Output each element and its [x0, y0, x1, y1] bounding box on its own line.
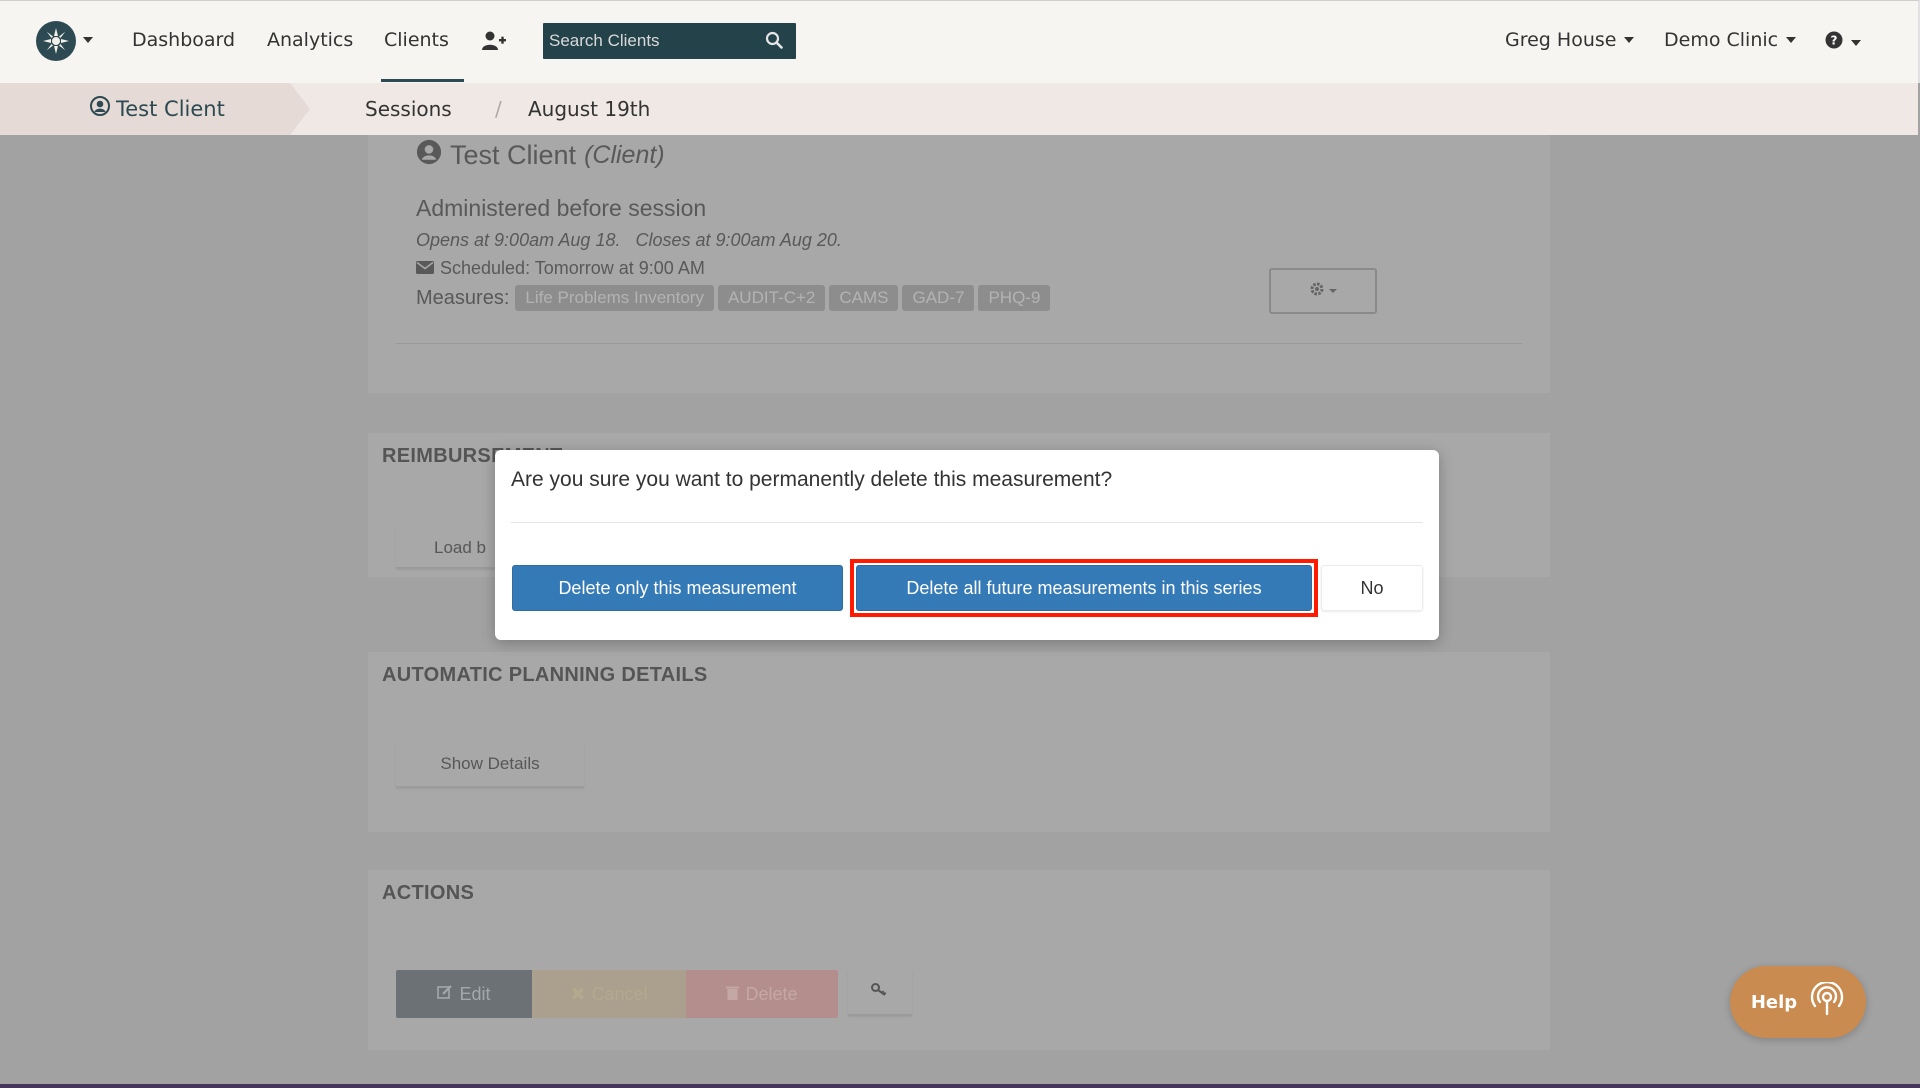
- nav-dashboard[interactable]: Dashboard: [132, 29, 235, 51]
- chevron-down-icon: [1329, 289, 1337, 293]
- breadcrumb-sessions[interactable]: Sessions: [365, 97, 452, 121]
- planning-panel: AUTOMATIC PLANNING DETAILS Show Details: [368, 652, 1550, 832]
- open-close-window: Opens at 9:00am Aug 18. Closes at 9:00am…: [416, 230, 842, 250]
- delete-button[interactable]: Delete: [686, 970, 838, 1018]
- highlight-box: [850, 559, 1318, 617]
- modal-question: Are you sure you want to permanently del…: [511, 468, 1113, 491]
- key-icon: [871, 982, 889, 1002]
- close-icon: ✖: [570, 983, 586, 1004]
- cancel-button[interactable]: ✖ Cancel: [532, 970, 686, 1018]
- top-navbar: Dashboard Analytics Clients Greg House D…: [0, 0, 1920, 83]
- search-icon[interactable]: [765, 31, 783, 53]
- delete-only-this-button[interactable]: Delete only this measurement: [512, 565, 843, 611]
- measure-tag: GAD-7: [902, 285, 975, 311]
- user-circle-icon: [416, 139, 442, 172]
- breadcrumb-client-name: Test Client: [116, 96, 225, 121]
- breadcrumb: Test Client Sessions / August 19th: [0, 83, 1918, 135]
- broadcast-icon: [1809, 980, 1845, 1023]
- edit-button[interactable]: Edit: [396, 970, 532, 1018]
- chevron-down-icon: [1851, 39, 1861, 46]
- nav-analytics[interactable]: Analytics: [267, 29, 353, 51]
- chevron-down-icon: [1624, 37, 1635, 43]
- breadcrumb-client[interactable]: Test Client: [0, 83, 310, 135]
- logo-dropdown-caret-icon[interactable]: [83, 37, 93, 43]
- actions-title: ACTIONS: [382, 882, 475, 904]
- planning-title: AUTOMATIC PLANNING DETAILS: [382, 664, 708, 686]
- scheduled-text: Scheduled: Tomorrow at 9:00 AM: [440, 258, 705, 278]
- show-details-button[interactable]: Show Details: [396, 742, 584, 788]
- modal-divider: [511, 522, 1423, 523]
- edit-icon: [437, 984, 453, 1005]
- search-input[interactable]: [543, 23, 758, 59]
- trash-icon: [726, 984, 740, 1005]
- breadcrumb-date: August 19th: [528, 97, 651, 121]
- no-button[interactable]: No: [1321, 565, 1423, 611]
- administered-text: Administered before session: [416, 195, 707, 221]
- actions-panel: ACTIONS Edit ✖ Cancel Delete: [368, 870, 1550, 1050]
- user-circle-icon: [90, 96, 110, 121]
- measure-tag: PHQ-9: [978, 285, 1051, 311]
- clinic-menu[interactable]: Demo Clinic: [1664, 29, 1797, 51]
- cancel-label: Cancel: [591, 983, 648, 1004]
- nav-clients[interactable]: Clients: [384, 29, 449, 51]
- measurement-client-name: Test Client: [450, 140, 577, 170]
- help-label: Help: [1750, 991, 1798, 1013]
- nav-active-indicator: [381, 79, 464, 82]
- panel-divider: [396, 343, 1522, 344]
- measure-tag: AUDIT-C+2: [717, 285, 826, 311]
- measure-tag: Life Problems Inventory: [515, 285, 714, 311]
- gear-icon: [1309, 281, 1325, 301]
- clinic-name: Demo Clinic: [1664, 29, 1779, 51]
- key-button[interactable]: [848, 970, 912, 1016]
- confirm-delete-modal: Are you sure you want to permanently del…: [495, 450, 1439, 640]
- measure-tag: CAMS: [829, 285, 899, 311]
- help-menu[interactable]: ?: [1825, 31, 1861, 54]
- measurement-client-role: (Client): [584, 141, 665, 169]
- bottom-edge-strip: [0, 1084, 1920, 1088]
- breadcrumb-separator: /: [495, 97, 502, 121]
- chevron-down-icon: [1786, 37, 1797, 43]
- measurement-settings-button[interactable]: [1269, 268, 1377, 314]
- search-clients-box: [543, 23, 796, 59]
- app-logo-icon[interactable]: [36, 21, 76, 61]
- edit-label: Edit: [459, 983, 491, 1004]
- user-name: Greg House: [1505, 29, 1617, 51]
- svg-text:?: ?: [1831, 34, 1838, 48]
- envelope-icon: [416, 258, 434, 279]
- delete-label: Delete: [745, 983, 798, 1004]
- add-client-icon[interactable]: [482, 31, 506, 55]
- measurement-panel: Test Client (Client) Administered before…: [368, 135, 1550, 393]
- help-widget-button[interactable]: Help: [1730, 966, 1866, 1038]
- user-menu[interactable]: Greg House: [1505, 29, 1635, 51]
- question-circle-icon: ?: [1825, 31, 1843, 54]
- measures-label: Measures:: [416, 286, 510, 309]
